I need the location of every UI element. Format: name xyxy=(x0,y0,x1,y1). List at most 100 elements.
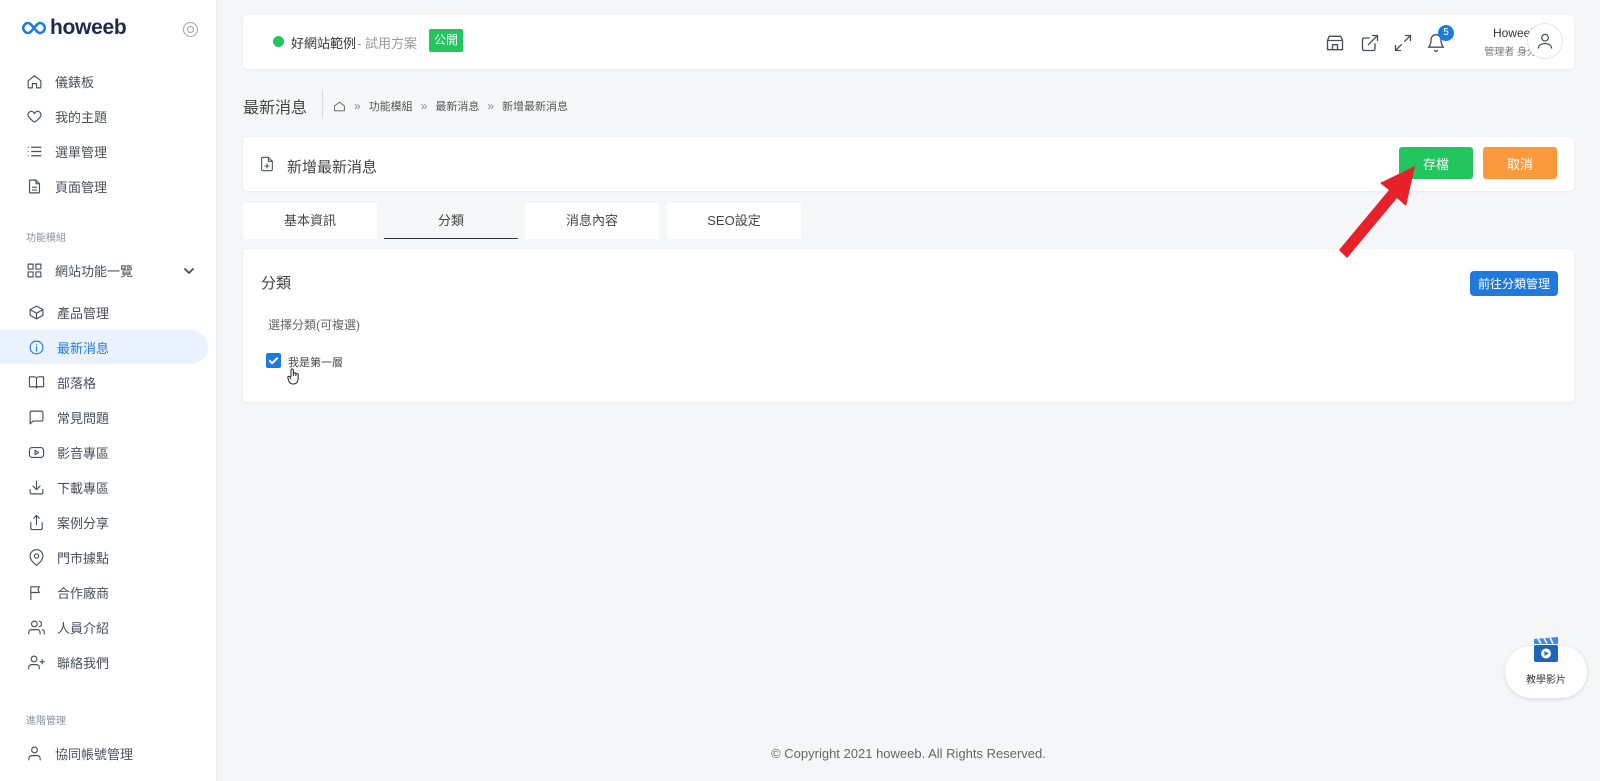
sidebar-item-label: 人員介紹 xyxy=(57,620,110,636)
sidebar-item-label: 合作廠商 xyxy=(57,585,110,601)
users-icon xyxy=(27,618,45,636)
sidebar-item-label: 產品管理 xyxy=(57,305,110,321)
sidebar-item-label: 下載專區 xyxy=(57,480,110,496)
share-icon xyxy=(27,513,45,531)
sidebar-item-downloads[interactable]: 下載專區 xyxy=(0,470,208,504)
fullscreen-icon[interactable] xyxy=(1393,33,1413,53)
sidebar-item-pages[interactable]: 頁面管理 xyxy=(0,169,208,203)
check-icon xyxy=(268,357,279,365)
tab-seo[interactable]: SEO設定 xyxy=(667,203,801,239)
sidebar-item-menu[interactable]: 選單管理 xyxy=(0,134,208,168)
breadcrumb-separator: » xyxy=(420,99,428,113)
breadcrumb-separator: » xyxy=(354,99,361,113)
sidebar-item-label: 門市據點 xyxy=(57,550,110,566)
youtube-icon xyxy=(27,443,45,461)
sidebar-item-label: 常見問題 xyxy=(57,410,110,426)
sidebar-item-label: 部落格 xyxy=(57,375,97,391)
sidebar-item-faq[interactable]: 常見問題 xyxy=(0,400,208,434)
breadcrumb-divider xyxy=(322,90,323,118)
cancel-button[interactable]: 取消 xyxy=(1483,147,1557,179)
tab-content[interactable]: 消息內容 xyxy=(525,203,659,239)
book-icon xyxy=(27,373,45,391)
section-label-modules: 功能模組 xyxy=(26,233,66,244)
chevron-down-icon xyxy=(184,264,194,274)
heart-icon xyxy=(25,107,43,125)
sidebar-item-my-theme[interactable]: 我的主題 xyxy=(0,99,208,133)
annotation-arrow-icon xyxy=(1339,166,1415,258)
sidebar-group-label: 網站功能一覽 xyxy=(55,263,134,279)
page-title: 最新消息 xyxy=(243,100,308,117)
section-label-advanced: 進階管理 xyxy=(26,716,66,727)
tutorial-label: 教學影片 xyxy=(1526,675,1566,686)
category-panel: 分類 前往分類管理 選擇分類(可複選) 我是第一層 xyxy=(243,249,1574,402)
tutorial-video-widget[interactable]: 教學影片 xyxy=(1505,632,1587,702)
chat-icon xyxy=(27,408,45,426)
tab-category[interactable]: 分類 xyxy=(384,203,518,239)
site-name[interactable]: 好網站範例 xyxy=(291,33,356,52)
site-status-dot xyxy=(273,36,284,47)
user-role: 管理者 身分 xyxy=(1484,47,1537,58)
form-title: 新增最新消息 xyxy=(287,159,378,176)
sidebar-item-label: 頁面管理 xyxy=(55,179,108,195)
sidebar-item-team[interactable]: 人員介紹 xyxy=(0,610,208,644)
site-plan: - 試用方案 xyxy=(357,36,417,51)
file-plus-icon xyxy=(259,156,275,172)
sidebar-item-accounts[interactable]: 協同帳號管理 xyxy=(0,736,208,770)
avatar[interactable] xyxy=(1527,23,1563,59)
category-title: 分類 xyxy=(261,275,292,292)
document-icon xyxy=(25,177,43,195)
sidebar-item-partners[interactable]: 合作廠商 xyxy=(0,575,208,609)
sidebar-item-video[interactable]: 影音專區 xyxy=(0,435,208,469)
map-pin-icon xyxy=(27,548,45,566)
category-checkbox[interactable] xyxy=(266,353,281,368)
sidebar-toggle-icon[interactable] xyxy=(183,22,198,37)
notification-count: 5 xyxy=(1438,25,1454,41)
box-icon xyxy=(27,303,45,321)
sidebar-item-label: 我的主題 xyxy=(55,109,108,125)
external-link-icon[interactable] xyxy=(1360,33,1380,53)
home-icon[interactable] xyxy=(333,100,346,113)
flag-icon xyxy=(27,583,45,601)
sidebar-item-label: 儀錶板 xyxy=(55,74,95,90)
top-bar: 好網站範例 - 試用方案 公開 5 Howeeb 管理者 身分 xyxy=(243,15,1574,69)
hand-cursor-icon xyxy=(287,368,299,385)
sidebar-item-dashboard[interactable]: 儀錶板 xyxy=(0,64,208,98)
footer-copyright: © Copyright 2021 howeeb. All Rights Rese… xyxy=(771,746,1046,761)
sidebar-item-products[interactable]: 產品管理 xyxy=(0,295,208,329)
tab-basic-info[interactable]: 基本資訊 xyxy=(243,203,377,239)
infinity-logo-icon xyxy=(22,21,46,35)
list-icon xyxy=(25,142,43,160)
user-icon xyxy=(25,744,43,762)
public-badge: 公開 xyxy=(429,29,464,52)
sidebar-item-news[interactable]: 最新消息 xyxy=(0,330,208,364)
breadcrumb-separator: » xyxy=(487,99,495,113)
store-icon[interactable] xyxy=(1325,33,1345,53)
sidebar-item-label: 協同帳號管理 xyxy=(55,746,134,762)
brand-name: howeeb xyxy=(50,16,127,39)
breadcrumb-item-current: 新增最新消息 xyxy=(502,101,569,113)
breadcrumb-item[interactable]: 功能模組 xyxy=(369,98,413,114)
grid-icon xyxy=(25,261,43,279)
sidebar-item-stores[interactable]: 門市據點 xyxy=(0,540,208,574)
sidebar-item-cases[interactable]: 案例分享 xyxy=(0,505,208,539)
sidebar-item-blog[interactable]: 部落格 xyxy=(0,365,208,399)
download-icon xyxy=(27,478,45,496)
sidebar: howeeb 儀錶板 我的主題 選單管理 頁面管理 功能模組 網站功能一覽 產品… xyxy=(0,0,217,781)
sidebar-item-label: 影音專區 xyxy=(57,445,110,461)
brand-logo[interactable]: howeeb xyxy=(22,16,127,40)
user-plus-icon xyxy=(27,653,45,671)
user-avatar-icon xyxy=(1537,33,1553,49)
breadcrumb: » 功能模組 » 最新消息 » 新增最新消息 xyxy=(333,98,568,114)
info-icon xyxy=(27,338,45,356)
breadcrumb-item[interactable]: 最新消息 xyxy=(435,98,479,114)
sidebar-item-contact[interactable]: 聯絡我們 xyxy=(0,645,208,679)
sidebar-item-label: 聯絡我們 xyxy=(57,655,110,671)
goto-category-management-button[interactable]: 前往分類管理 xyxy=(1470,271,1559,296)
category-select-label: 選擇分類(可複選) xyxy=(268,318,360,332)
sidebar-item-label: 案例分享 xyxy=(57,515,110,531)
home-icon xyxy=(25,72,43,90)
sidebar-item-label: 選單管理 xyxy=(55,144,108,160)
sidebar-item-label: 最新消息 xyxy=(57,340,110,356)
sidebar-group-site-features[interactable]: 網站功能一覽 xyxy=(0,253,208,287)
video-clapper-icon xyxy=(1534,637,1558,662)
